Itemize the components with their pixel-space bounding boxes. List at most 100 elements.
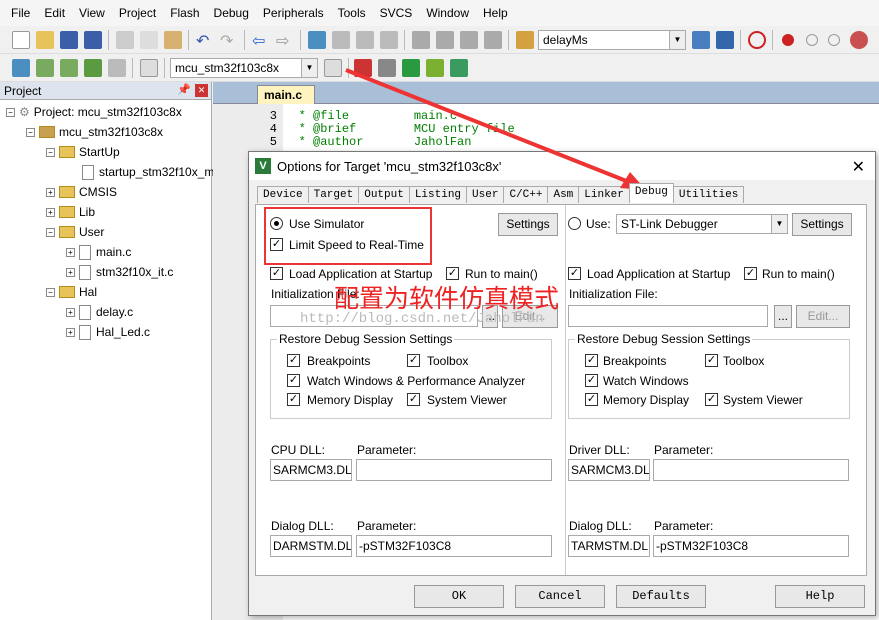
redo-icon[interactable]: ↷ bbox=[220, 31, 238, 50]
comment-icon[interactable] bbox=[460, 31, 478, 49]
dialog-tab[interactable]: Linker bbox=[578, 186, 630, 203]
unindent-icon[interactable] bbox=[436, 31, 454, 49]
init-file-input-right[interactable] bbox=[568, 305, 768, 327]
cancel-button[interactable]: Cancel bbox=[515, 585, 605, 608]
run-to-main-checkbox-right[interactable]: ✓ bbox=[744, 267, 757, 280]
dialog-dll-input-right[interactable]: TARMSTM.DLL bbox=[568, 535, 650, 557]
toolbox-checkbox[interactable]: ✓ bbox=[407, 354, 420, 367]
tree-group-hal[interactable]: − Hal bbox=[46, 282, 97, 302]
menu-item[interactable]: Help bbox=[476, 6, 515, 20]
memory-checkbox[interactable]: ✓ bbox=[287, 393, 300, 406]
tree-project-root[interactable]: − ⚙ Project: mcu_stm32f103c8x bbox=[6, 102, 182, 122]
batch-build-icon[interactable] bbox=[84, 59, 102, 77]
edit-button-right[interactable]: Edit... bbox=[796, 305, 850, 328]
pin-icon[interactable]: 📌 bbox=[177, 83, 191, 96]
help-button[interactable]: Help bbox=[775, 585, 865, 608]
use-debugger-radio[interactable] bbox=[568, 217, 581, 230]
target-options-icon[interactable] bbox=[324, 59, 342, 77]
breakpoint-icon[interactable] bbox=[782, 34, 794, 46]
save-icon[interactable] bbox=[60, 31, 78, 49]
rebuild-icon[interactable] bbox=[60, 59, 78, 77]
tree-file-it[interactable]: + stm32f10x_it.c bbox=[66, 262, 173, 282]
sysviewer-checkbox-right[interactable]: ✓ bbox=[705, 393, 718, 406]
open-folder-icon[interactable] bbox=[36, 31, 54, 49]
menu-item[interactable]: Tools bbox=[331, 6, 373, 20]
memory-checkbox-right[interactable]: ✓ bbox=[585, 393, 598, 406]
find-combo[interactable]: delayMs ▼ bbox=[538, 30, 686, 50]
menu-item[interactable]: Peripherals bbox=[256, 6, 331, 20]
menu-item[interactable]: Project bbox=[112, 6, 163, 20]
tree-file-main[interactable]: + main.c bbox=[66, 242, 131, 262]
close-icon[interactable]: ✕ bbox=[195, 84, 208, 97]
dialog-tab[interactable]: Target bbox=[307, 186, 360, 203]
ok-button[interactable]: OK bbox=[414, 585, 504, 608]
tree-group-lib[interactable]: + Lib bbox=[46, 202, 95, 222]
dialog-tab[interactable]: Debug bbox=[628, 183, 674, 203]
nav-forward-icon[interactable]: ⇨ bbox=[276, 31, 294, 50]
breakpoints-checkbox[interactable]: ✓ bbox=[287, 354, 300, 367]
cpu-param-input[interactable] bbox=[356, 459, 552, 481]
debugger-settings-button[interactable]: Settings bbox=[792, 213, 852, 236]
undo-icon[interactable]: ↶ bbox=[196, 31, 214, 50]
dialog-tab[interactable]: Asm bbox=[547, 186, 580, 203]
driver-dll-input[interactable]: SARMCM3.DLL bbox=[568, 459, 650, 481]
dialog-tab[interactable]: Utilities bbox=[672, 186, 745, 203]
translate-icon[interactable] bbox=[12, 59, 30, 77]
target-combo[interactable]: mcu_stm32f103c8x ▼ bbox=[170, 58, 318, 78]
tree-file-hal-led[interactable]: + Hal_Led.c bbox=[66, 322, 150, 342]
menu-item[interactable]: File bbox=[4, 6, 37, 20]
tree-file-delay[interactable]: + delay.c bbox=[66, 302, 133, 322]
save-all-icon[interactable] bbox=[84, 31, 102, 49]
pack-installer-icon[interactable] bbox=[426, 59, 444, 77]
indent-icon[interactable] bbox=[412, 31, 430, 49]
cut-icon[interactable] bbox=[116, 31, 134, 49]
dialog-tab[interactable]: C/C++ bbox=[503, 186, 549, 203]
find-icon[interactable] bbox=[692, 31, 710, 49]
dialog-tab[interactable]: User bbox=[466, 186, 505, 203]
incremental-find-icon[interactable] bbox=[716, 31, 734, 49]
start-debug-icon[interactable] bbox=[748, 31, 766, 49]
dialog-param-input[interactable]: -pSTM32F103C8 bbox=[356, 535, 552, 557]
paste-icon[interactable] bbox=[164, 31, 182, 49]
breakpoints-checkbox-right[interactable]: ✓ bbox=[585, 354, 598, 367]
browse-button-right[interactable]: ... bbox=[774, 305, 792, 328]
sysviewer-checkbox[interactable]: ✓ bbox=[407, 393, 420, 406]
dialog-param-input-right[interactable]: -pSTM32F103C8 bbox=[653, 535, 849, 557]
menu-item[interactable]: SVCS bbox=[373, 6, 420, 20]
cpu-dll-input[interactable]: SARMCM3.DLL bbox=[270, 459, 352, 481]
tree-group-cmsis[interactable]: + CMSIS bbox=[46, 182, 117, 202]
next-bookmark-icon[interactable] bbox=[356, 31, 374, 49]
tree-group-startup[interactable]: − StartUp bbox=[46, 142, 120, 162]
new-file-icon[interactable] bbox=[12, 31, 30, 49]
disable-all-breakpoints-icon[interactable] bbox=[828, 34, 840, 46]
copy-icon[interactable] bbox=[140, 31, 158, 49]
disable-breakpoint-icon[interactable] bbox=[806, 34, 818, 46]
sim-settings-button[interactable]: Settings bbox=[498, 213, 558, 236]
menu-item[interactable]: Debug bbox=[207, 6, 256, 20]
tab-main-c[interactable]: main.c bbox=[257, 85, 315, 104]
menu-item[interactable]: Flash bbox=[163, 6, 206, 20]
clear-bookmarks-icon[interactable] bbox=[380, 31, 398, 49]
watch-checkbox[interactable]: ✓ bbox=[287, 374, 300, 387]
nav-back-icon[interactable]: ⇦ bbox=[252, 31, 270, 50]
toolbox-checkbox-right[interactable]: ✓ bbox=[705, 354, 718, 367]
menu-item[interactable]: Window bbox=[419, 6, 476, 20]
watch-checkbox-right[interactable]: ✓ bbox=[585, 374, 598, 387]
dialog-tab[interactable]: Device bbox=[257, 186, 309, 203]
debugger-select[interactable]: ST-Link Debugger ▼ bbox=[616, 214, 788, 234]
run-time-env-icon[interactable] bbox=[450, 59, 468, 77]
menu-item[interactable]: View bbox=[72, 6, 112, 20]
bookmark-icon[interactable] bbox=[308, 31, 326, 49]
manage-project-items-icon[interactable] bbox=[354, 59, 372, 77]
chevron-down-icon[interactable]: ▼ bbox=[669, 31, 685, 49]
uncomment-icon[interactable] bbox=[484, 31, 502, 49]
chevron-down-icon[interactable]: ▼ bbox=[771, 215, 787, 233]
download-icon[interactable] bbox=[140, 59, 158, 77]
tree-group-user[interactable]: − User bbox=[46, 222, 104, 242]
prev-bookmark-icon[interactable] bbox=[332, 31, 350, 49]
defaults-button[interactable]: Defaults bbox=[616, 585, 706, 608]
kill-all-breakpoints-icon[interactable] bbox=[850, 31, 868, 49]
tree-target[interactable]: − mcu_stm32f103c8x bbox=[26, 122, 163, 142]
build-icon[interactable] bbox=[36, 59, 54, 77]
load-app-checkbox-right[interactable]: ✓ bbox=[568, 267, 581, 280]
